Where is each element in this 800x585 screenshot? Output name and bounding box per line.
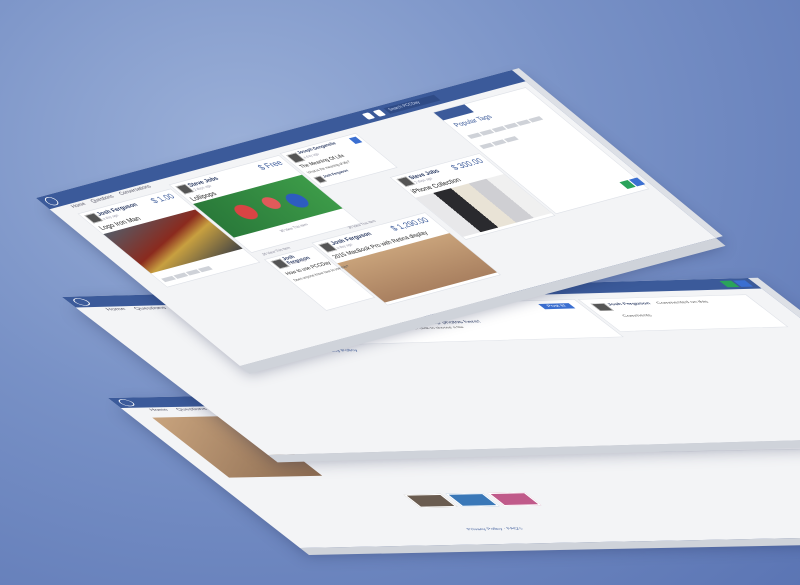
item-price: $ Free xyxy=(255,159,286,172)
item-price: $ 1.00 xyxy=(148,192,178,205)
nav-questions[interactable]: Questions xyxy=(175,407,209,411)
nav-home[interactable]: Home xyxy=(148,408,170,412)
search-input[interactable]: Search PCCDay xyxy=(383,94,441,114)
item-price: $ 300.00 xyxy=(448,157,487,172)
logo-icon[interactable] xyxy=(69,298,94,306)
nav-menu: Home Questions xyxy=(105,306,177,311)
notifications-icon[interactable] xyxy=(361,112,376,120)
faqs-link[interactable]: FAQ's xyxy=(506,527,525,530)
mockup-scene: Home Questions Privacy Policy · FAQ's St… xyxy=(0,0,800,585)
nav-questions[interactable]: Questions xyxy=(133,306,169,311)
logo-icon[interactable] xyxy=(115,399,138,407)
messages-icon[interactable] xyxy=(372,109,387,117)
nav-home[interactable]: Home xyxy=(105,307,128,311)
answer-count-badge xyxy=(348,136,363,144)
comment-text: Commented on this xyxy=(655,300,711,306)
comments-label[interactable]: Comments xyxy=(621,314,654,318)
comment-user[interactable]: Josh Ferguson xyxy=(606,302,652,306)
view-item-link[interactable]: 30 View This Item xyxy=(279,223,310,234)
post-button[interactable]: Post It! xyxy=(538,303,576,310)
logo-icon[interactable] xyxy=(42,196,62,207)
footer-links: Privacy Policy · FAQ's xyxy=(465,527,525,532)
privacy-link[interactable]: Privacy Policy xyxy=(466,528,505,532)
